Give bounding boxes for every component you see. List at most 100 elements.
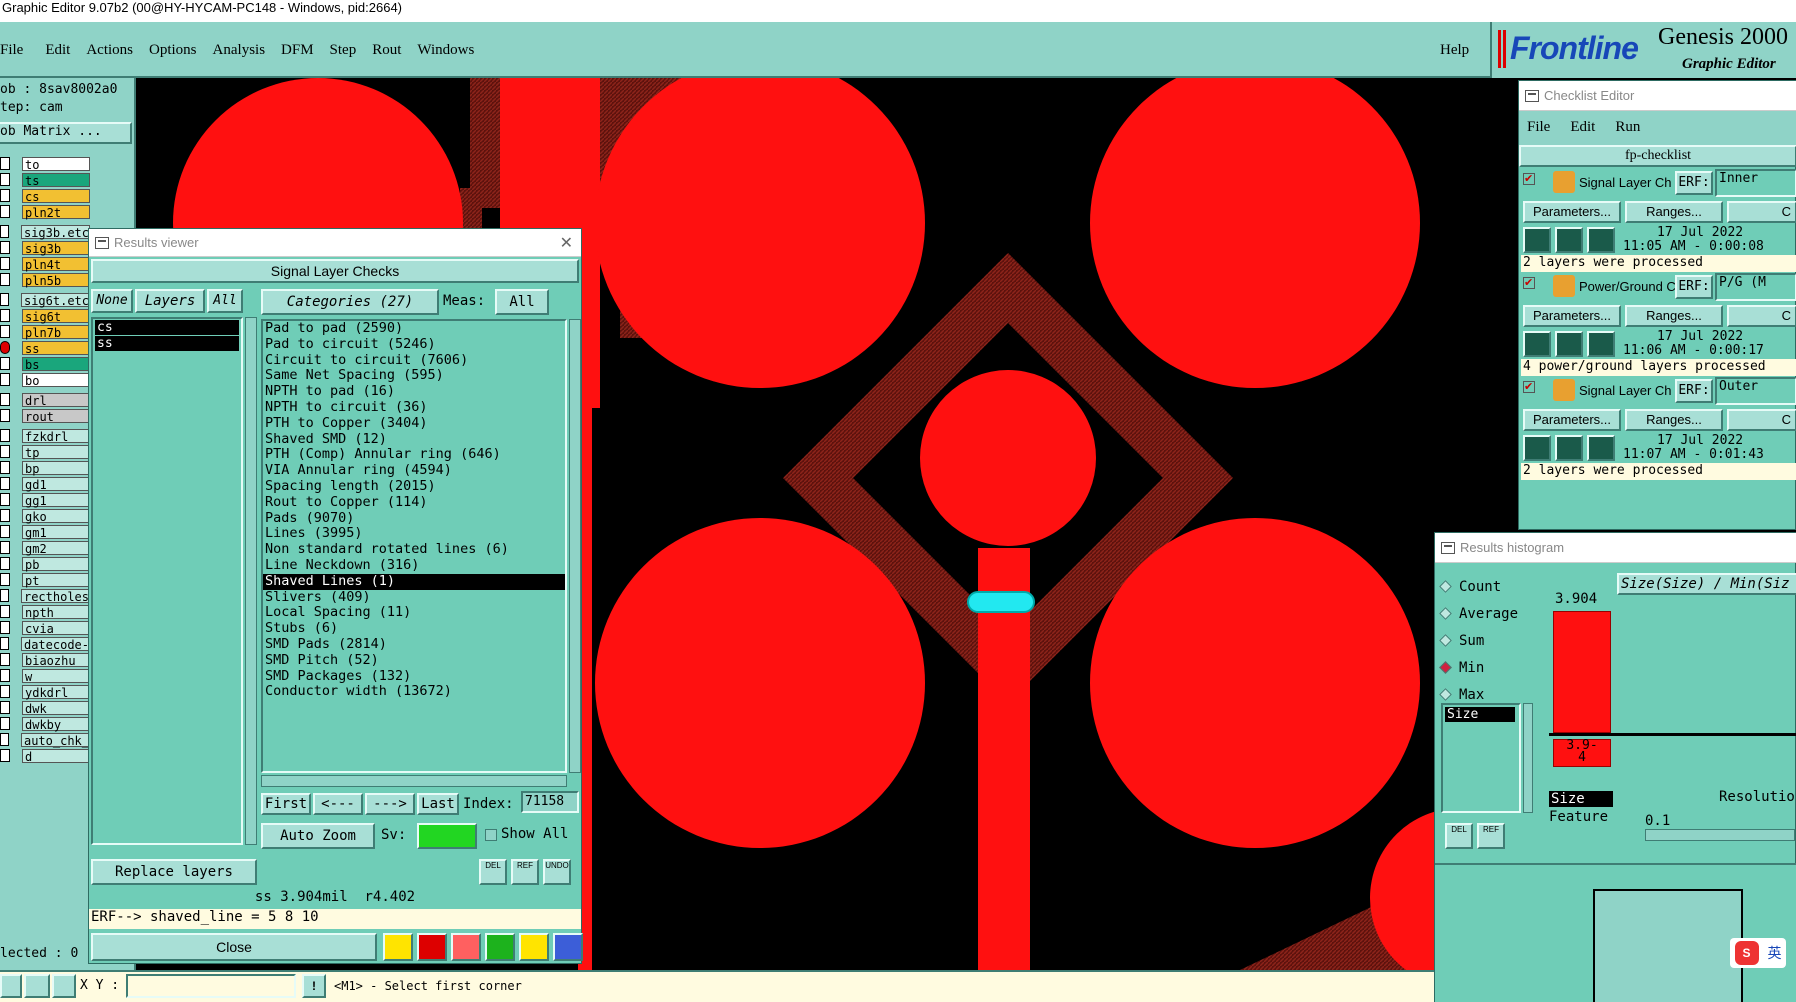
category-item[interactable]: SMD Pitch (52) — [263, 652, 565, 669]
layer-select-box[interactable] — [0, 685, 10, 698]
layer-select-box[interactable] — [0, 393, 10, 406]
layer-select-box[interactable] — [0, 557, 10, 570]
menu-windows[interactable]: Windows — [417, 42, 474, 59]
category-item[interactable]: PTH (Comp) Annular ring (646) — [263, 447, 565, 463]
category-item[interactable]: SMD Packages (132) — [263, 668, 565, 685]
erf-value[interactable]: Outer — [1715, 377, 1796, 405]
category-item[interactable]: Slivers (409) — [263, 589, 565, 606]
ref-button[interactable]: REF — [1477, 823, 1505, 849]
replace-layers-button[interactable]: Replace layers — [91, 859, 257, 885]
last-button[interactable]: Last — [417, 793, 459, 815]
layer-select-box[interactable] — [0, 157, 10, 170]
erf-button[interactable]: ERF: — [1675, 171, 1713, 195]
layer-select-box[interactable] — [0, 669, 10, 682]
category-item[interactable]: Stubs (6) — [263, 620, 565, 637]
ref-button[interactable]: REF — [511, 859, 539, 885]
erf-button[interactable]: ERF: — [1675, 275, 1713, 299]
histogram-icon[interactable] — [553, 933, 583, 961]
layer-select-box[interactable] — [0, 241, 10, 254]
category-item[interactable]: SMD Pads (2814) — [263, 636, 565, 653]
xy-input[interactable] — [126, 974, 296, 998]
help-menu[interactable]: Help — [1440, 42, 1469, 59]
category-item[interactable]: Rout to Copper (114) — [263, 494, 565, 511]
menu-edit[interactable]: Edit — [45, 42, 70, 59]
run-icon[interactable] — [1523, 227, 1551, 253]
menu-file[interactable]: File — [0, 42, 23, 59]
layer-select-box[interactable] — [0, 189, 10, 202]
layers-button[interactable]: Layers — [135, 289, 205, 313]
categories-button[interactable]: Categories (27) — [261, 289, 439, 315]
prev-button[interactable]: <--- — [313, 793, 363, 815]
run-icon[interactable] — [1523, 435, 1551, 461]
item-label[interactable]: Power/Ground C — [1579, 279, 1676, 294]
measure-tool-icon[interactable] — [24, 974, 50, 998]
c-button[interactable]: C — [1727, 305, 1796, 327]
auto-zoom-button[interactable]: Auto Zoom — [261, 823, 375, 849]
item-check-icon[interactable]: ✔ — [1523, 381, 1535, 393]
snap-icon[interactable] — [0, 974, 22, 998]
stop-icon[interactable] — [1587, 435, 1615, 461]
menu-actions[interactable]: Actions — [86, 42, 133, 59]
checklist-menu-file[interactable]: File — [1527, 119, 1550, 145]
layer-select-box[interactable] — [0, 541, 10, 554]
layer-select-box[interactable] — [0, 749, 10, 762]
layer-select-box[interactable] — [0, 573, 10, 586]
layer-list-item[interactable]: cs — [95, 320, 239, 335]
layer-row[interactable]: pln2t — [0, 204, 136, 220]
del-button[interactable]: DEL — [1445, 823, 1473, 849]
layer-select-box[interactable] — [0, 373, 10, 386]
cross-icon[interactable] — [451, 933, 481, 961]
index-field[interactable]: 71158 — [521, 791, 579, 813]
layer-select-box[interactable] — [0, 493, 10, 506]
layer-scrollbar[interactable] — [245, 317, 257, 845]
menu-options[interactable]: Options — [149, 42, 197, 59]
item-check-icon[interactable]: ✔ — [1523, 277, 1535, 289]
layer-select-box[interactable] — [0, 717, 10, 730]
category-item[interactable]: Circuit to circuit (7606) — [263, 352, 565, 369]
resolution-slider[interactable] — [1645, 829, 1795, 841]
category-item[interactable]: NPTH to circuit (36) — [263, 399, 565, 416]
layer-select-box[interactable] — [0, 325, 10, 338]
record-icon[interactable] — [417, 933, 447, 961]
category-hscrollbar[interactable] — [261, 775, 567, 787]
size-option[interactable]: Size — [1549, 791, 1613, 807]
histogram-bar[interactable] — [1553, 611, 1611, 733]
layer-select-box[interactable] — [0, 309, 10, 322]
run-icon[interactable] — [1523, 331, 1551, 357]
histogram-list[interactable]: Size — [1441, 703, 1521, 813]
item-check-icon[interactable]: ✔ — [1523, 173, 1535, 185]
layer-row[interactable]: to — [0, 156, 136, 172]
category-listbox[interactable]: Pad to pad (2590) Pad to circuit (5246) Ci… — [261, 319, 567, 773]
layer-select-box[interactable] — [0, 701, 10, 714]
erf-value[interactable]: P/G (M — [1715, 273, 1796, 301]
alert-icon[interactable]: ! — [302, 974, 326, 998]
parameters-button[interactable]: Parameters... — [1523, 409, 1621, 431]
menu-step[interactable]: Step — [330, 42, 357, 59]
category-item[interactable]: VIA Annular ring (4594) — [263, 462, 565, 479]
layer-select-box[interactable] — [0, 357, 10, 370]
parameters-button[interactable]: Parameters... — [1523, 201, 1621, 223]
layer-select-box[interactable] — [0, 225, 9, 238]
parameters-button[interactable]: Parameters... — [1523, 305, 1621, 327]
layer-select-box[interactable] — [0, 525, 10, 538]
category-item[interactable]: Non standard rotated lines (6) — [263, 541, 565, 558]
flag-icon[interactable] — [485, 933, 515, 961]
menu-dfm[interactable]: DFM — [281, 42, 314, 59]
layer-select-box[interactable] — [0, 637, 9, 650]
erf-button[interactable]: ERF: — [1675, 379, 1713, 403]
histogram-list-scrollbar[interactable] — [1523, 703, 1533, 813]
layer-row[interactable]: ts — [0, 172, 136, 188]
layer-select-box[interactable] — [0, 173, 10, 186]
ime-indicator[interactable]: S 英 — [1730, 938, 1786, 968]
stop-icon[interactable] — [1587, 331, 1615, 357]
layer-select-box[interactable] — [0, 445, 10, 458]
feature-option[interactable]: Feature — [1549, 809, 1608, 825]
layer-select-box[interactable] — [0, 461, 10, 474]
category-item[interactable]: Pad to pad (2590) — [263, 320, 565, 337]
notes-icon[interactable] — [519, 933, 549, 961]
item-label[interactable]: Signal Layer Ch — [1579, 175, 1672, 190]
grid-icon[interactable] — [52, 974, 76, 998]
layer-list-item[interactable]: ss — [95, 336, 239, 351]
histogram-list-item[interactable]: Size — [1445, 707, 1515, 722]
next-button[interactable]: ---> — [365, 793, 415, 815]
